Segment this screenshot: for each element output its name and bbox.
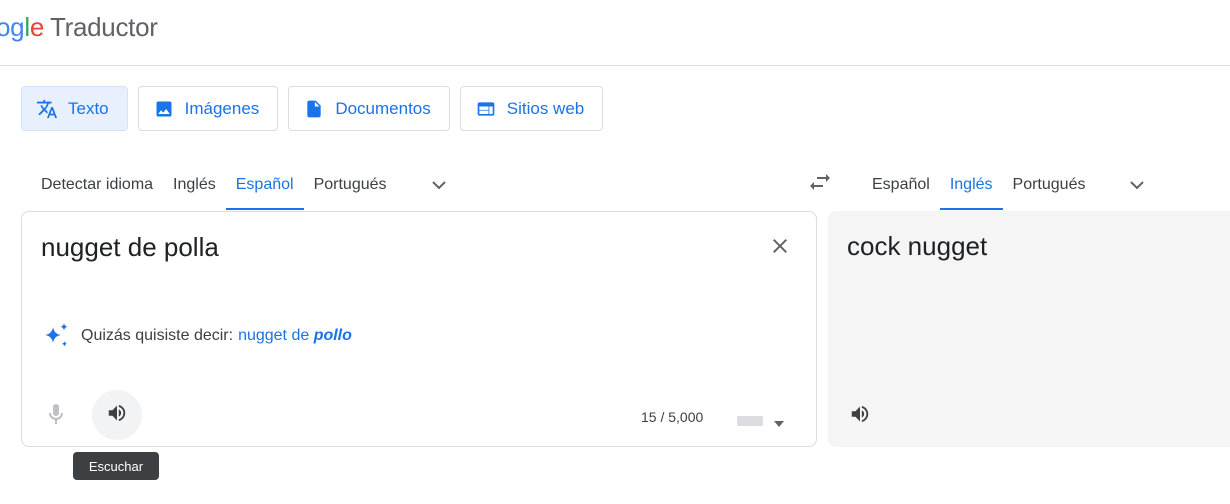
tab-documents[interactable]: Documentos — [288, 86, 450, 131]
suggestion-link[interactable]: nugget de pollo — [238, 327, 352, 345]
did-you-mean-suggestion: Quizás quisiste decir: nugget de pollo — [41, 321, 352, 351]
image-icon — [153, 98, 175, 120]
web-icon — [475, 98, 497, 120]
source-text-input[interactable]: nugget de polla — [41, 232, 219, 263]
keyboard-input-tool[interactable] — [736, 415, 786, 431]
translation-panel: cock nugget — [828, 211, 1230, 447]
document-icon — [303, 98, 325, 120]
clear-text-icon[interactable] — [768, 234, 792, 258]
listen-source-button[interactable] — [92, 390, 142, 440]
suggestion-plain: nugget de — [238, 327, 314, 344]
target-lang-english[interactable]: Inglés — [939, 160, 1003, 210]
tab-images[interactable]: Imágenes — [137, 86, 279, 131]
speaker-icon — [106, 402, 128, 429]
source-lang-detect[interactable]: Detectar idioma — [31, 160, 163, 210]
target-lang-portuguese[interactable]: Portugués — [1003, 160, 1096, 210]
source-lang-english[interactable]: Inglés — [163, 160, 226, 210]
target-lang-spanish[interactable]: Español — [862, 160, 940, 210]
tab-images-label: Imágenes — [184, 98, 260, 118]
target-more-languages-chevron-icon[interactable] — [1125, 173, 1149, 197]
keyboard-icon — [736, 414, 764, 433]
tab-text-label: Texto — [68, 98, 109, 118]
caret-down-icon — [774, 414, 784, 432]
source-language-bar: Detectar idioma Inglés Español Portugués — [31, 160, 451, 210]
translate-icon — [36, 98, 58, 120]
product-name: Traductor — [50, 12, 158, 42]
sparkle-icon — [41, 321, 71, 351]
suggestion-prefix: Quizás quisiste decir: — [81, 327, 234, 344]
source-more-languages-chevron-icon[interactable] — [427, 173, 451, 197]
character-count: 15 / 5,000 — [641, 409, 704, 425]
suggestion-correction: pollo — [313, 327, 352, 344]
tab-websites-label: Sitios web — [506, 98, 585, 118]
tab-text[interactable]: Texto — [21, 86, 128, 131]
mode-tabs: Texto Imágenes Documentos Sitios web — [21, 86, 604, 131]
logo-wordmark: ogle — [0, 12, 44, 42]
translation-text: cock nugget — [847, 231, 988, 261]
tab-documents-label: Documentos — [335, 98, 431, 118]
source-lang-portuguese[interactable]: Portugués — [304, 160, 397, 210]
google-translate-logo[interactable]: ogle Traductor — [0, 12, 158, 43]
target-language-bar: Español Inglés Portugués — [862, 160, 1149, 210]
microphone-icon[interactable] — [46, 402, 66, 426]
app-header: ogle Traductor — [0, 0, 1230, 66]
source-text-panel: nugget de polla Quizás quisiste decir: n… — [21, 211, 817, 447]
listen-translation-speaker-icon[interactable] — [848, 403, 874, 427]
source-lang-spanish[interactable]: Español — [225, 160, 304, 210]
tab-websites[interactable]: Sitios web — [459, 86, 604, 131]
swap-languages-icon[interactable] — [806, 170, 834, 194]
listen-tooltip: Escuchar — [73, 452, 159, 480]
